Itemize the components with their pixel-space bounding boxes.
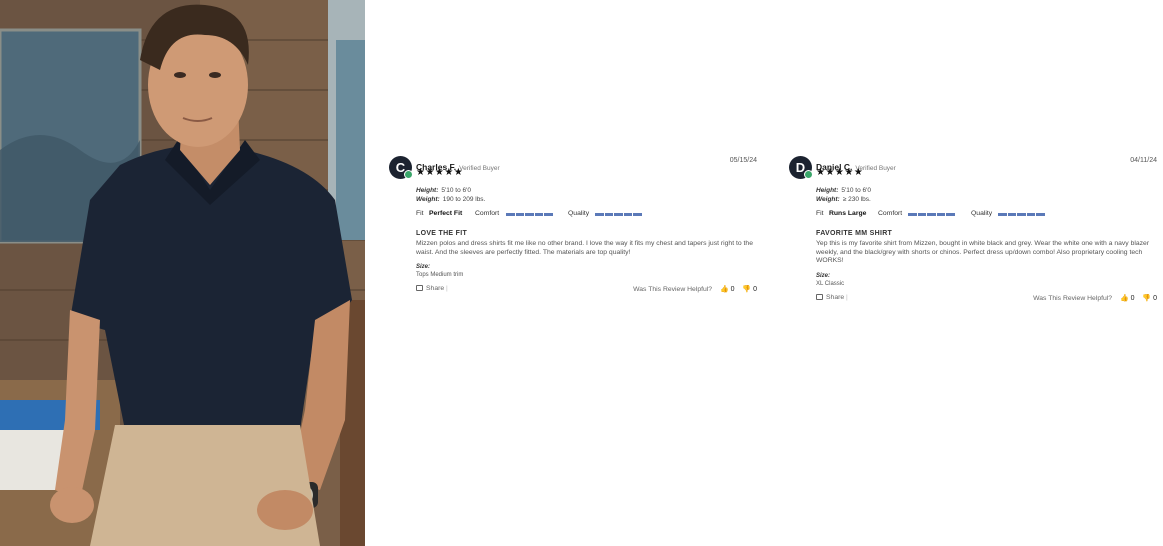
thumbs-up-button[interactable]: 👍 0 <box>1120 294 1135 302</box>
meter-segment <box>633 213 642 216</box>
star-rating: ★★★★★ <box>416 167 464 178</box>
review-date: 05/15/24 <box>729 157 757 164</box>
review-footer: Share | Was This Review Helpful? 👍 0 👎 0 <box>416 285 757 295</box>
size-label: Size: <box>816 272 831 279</box>
meter-segment <box>595 213 604 216</box>
helpful-label: Was This Review Helpful? <box>633 286 713 294</box>
meter-segment <box>534 213 544 216</box>
verified-buyer-label: Verified Buyer <box>459 165 500 172</box>
meter-segment <box>614 213 623 216</box>
reviewer-attributes: Height: 5'10 to 6'0 Weight: 190 to 209 lbs… <box>416 186 757 204</box>
thumbs-down-button[interactable]: 👎 0 <box>742 285 757 293</box>
meter-segment <box>506 213 515 216</box>
thumbs-up-count: 0 <box>730 286 735 294</box>
review-header: D Daniel C. Verified Buyer ★★★★★ 04/11/24 <box>789 155 1157 181</box>
meter-segment <box>1017 213 1026 216</box>
comfort-label: Comfort <box>475 210 500 217</box>
meter-segment <box>623 213 633 216</box>
meter-segment <box>544 213 553 216</box>
comfort-meter <box>506 213 553 216</box>
thumbs-down-icon: 👎 <box>1142 294 1152 302</box>
review-header: C Charles F. Verified Buyer ★★★★★ 05/15/2… <box>389 155 757 181</box>
weight-label: Weight: <box>816 196 840 203</box>
quality-label: Quality <box>568 210 590 217</box>
helpful-label: Was This Review Helpful? <box>1033 294 1113 302</box>
verified-check-icon <box>804 170 813 179</box>
hero-product-image <box>0 0 365 546</box>
share-button[interactable]: Share | <box>816 293 848 301</box>
fit-label: Fit <box>816 210 824 217</box>
star-rating: ★★★★★ <box>816 167 864 178</box>
review-title: LOVE THE FIT <box>416 230 468 237</box>
meter-segment <box>604 213 614 216</box>
fit-value: Runs Large <box>829 210 867 217</box>
review-footer: Share | Was This Review Helpful? 👍 0 👎 0 <box>816 293 1157 304</box>
rating-meters: Fit Runs Large Comfort Quality <box>816 210 1157 220</box>
helpful-section: Was This Review Helpful? 👍 0 👎 0 <box>1033 294 1157 302</box>
height-value: 5'10 to 6'0 <box>441 187 471 194</box>
comfort-meter <box>908 213 955 216</box>
thumbs-down-button[interactable]: 👎 0 <box>1142 294 1157 302</box>
review-body: Yep this is my favorite shirt from Mizze… <box>816 240 1150 265</box>
thumbs-up-icon: 👍 <box>719 286 729 294</box>
rating-meters: Fit Perfect Fit Comfort Quality <box>416 210 757 220</box>
thumbs-down-icon: 👎 <box>742 286 752 294</box>
meter-segment <box>936 213 946 216</box>
height-label: Height: <box>816 187 839 194</box>
thumbs-down-count: 0 <box>1153 294 1157 302</box>
meter-segment <box>1036 213 1045 216</box>
thumbs-up-count: 0 <box>1130 294 1135 302</box>
height-label: Height: <box>416 187 439 194</box>
meter-segment <box>998 213 1007 216</box>
thumbs-down-count: 0 <box>753 286 757 294</box>
share-icon <box>416 285 423 292</box>
thumbs-up-button[interactable]: 👍 0 <box>720 285 735 293</box>
meter-segment <box>1026 213 1036 216</box>
meter-segment <box>515 213 525 216</box>
weight-value: ≥ 230 lbs. <box>842 196 871 203</box>
quality-meter <box>998 213 1045 216</box>
verified-check-icon <box>404 170 413 179</box>
review-body: Mizzen polos and dress shirts fit me lik… <box>416 240 753 256</box>
review-date: 04/11/24 <box>1130 157 1157 164</box>
weight-value: 190 to 209 lbs. <box>442 196 486 203</box>
meter-segment <box>927 213 936 216</box>
height-value: 5'10 to 6'0 <box>841 187 871 194</box>
thumbs-up-icon: 👍 <box>1119 294 1129 302</box>
helpful-section: Was This Review Helpful? 👍 0 👎 0 <box>633 285 757 293</box>
fit-label: Fit <box>416 210 424 217</box>
meter-segment <box>908 213 917 216</box>
meter-segment <box>946 213 955 216</box>
share-icon <box>816 293 823 300</box>
meter-segment <box>525 213 534 216</box>
quality-meter <box>595 213 642 216</box>
comfort-label: Comfort <box>878 210 903 217</box>
size-value: Tops Medium trim <box>416 272 464 279</box>
weight-label: Weight: <box>416 196 440 203</box>
fit-value: Perfect Fit <box>429 210 463 217</box>
quality-label: Quality <box>971 210 993 217</box>
share-button[interactable]: Share | <box>416 285 448 292</box>
review-card: D Daniel C. Verified Buyer ★★★★★ 04/11/24… <box>789 155 1157 304</box>
size-value: XL Classic <box>816 280 845 287</box>
share-label: Share <box>426 285 445 293</box>
meter-segment <box>917 213 927 216</box>
reviewer-attributes: Height: 5'10 to 6'0 Weight: ≥ 230 lbs. <box>816 186 1157 204</box>
size-label: Size: <box>416 264 431 271</box>
review-title: FAVORITE MM SHIRT <box>816 230 893 237</box>
review-card: C Charles F. Verified Buyer ★★★★★ 05/15/2… <box>389 155 757 295</box>
share-label: Share <box>826 293 845 301</box>
meter-segment <box>1007 213 1017 216</box>
